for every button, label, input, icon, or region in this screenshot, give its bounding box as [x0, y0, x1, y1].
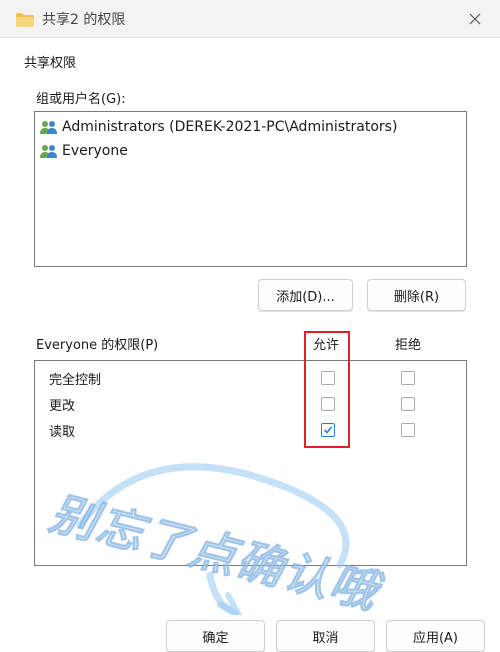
- users-list[interactable]: Administrators (DEREK-2021-PC\Administra…: [34, 111, 467, 267]
- list-item-everyone[interactable]: Everyone: [39, 140, 128, 162]
- deny-checkbox-change[interactable]: [401, 397, 415, 411]
- cancel-button[interactable]: 取消: [276, 620, 375, 652]
- permission-name: 完全控制: [49, 373, 102, 388]
- user-name: Everyone: [62, 143, 128, 159]
- folder-icon: [16, 12, 34, 27]
- users-icon: [40, 145, 57, 158]
- permission-row-full-control: 完全控制: [35, 365, 466, 389]
- ok-button[interactable]: 确定: [166, 620, 265, 652]
- users-icon: [40, 121, 57, 134]
- permission-name: 更改: [49, 399, 76, 414]
- permission-row-read: 读取: [35, 417, 466, 441]
- deny-checkbox-full-control[interactable]: [401, 371, 415, 385]
- remove-button[interactable]: 删除(R): [367, 279, 466, 311]
- deny-column-label: 拒绝: [395, 338, 422, 353]
- add-button[interactable]: 添加(D)...: [258, 279, 353, 311]
- deny-checkbox-read[interactable]: [401, 423, 415, 437]
- close-button[interactable]: [460, 6, 490, 32]
- apply-button[interactable]: 应用(A): [386, 620, 485, 652]
- user-name: Administrators (DEREK-2021-PC\Administra…: [62, 119, 398, 135]
- allow-column-label: 允许: [313, 338, 340, 353]
- share-permissions-title: 共享权限: [24, 56, 77, 71]
- permission-name: 读取: [49, 425, 76, 440]
- title-bar: 共享2 的权限: [0, 0, 500, 38]
- dialog-buttons: 确定 取消 应用(A): [0, 612, 500, 652]
- window-title: 共享2 的权限: [42, 12, 126, 28]
- permissions-header: Everyone 的权限(P): [36, 338, 159, 353]
- list-item-administrators[interactable]: Administrators (DEREK-2021-PC\Administra…: [39, 116, 397, 138]
- close-icon: [469, 13, 481, 25]
- allow-checkbox-read[interactable]: [321, 423, 335, 437]
- checkmark-icon: [323, 426, 333, 434]
- permission-row-change: 更改: [35, 391, 466, 415]
- allow-checkbox-full-control[interactable]: [321, 371, 335, 385]
- group-or-user-label: 组或用户名(G):: [36, 92, 126, 107]
- permissions-list: 完全控制 更改 读取: [34, 360, 467, 566]
- allow-checkbox-change[interactable]: [321, 397, 335, 411]
